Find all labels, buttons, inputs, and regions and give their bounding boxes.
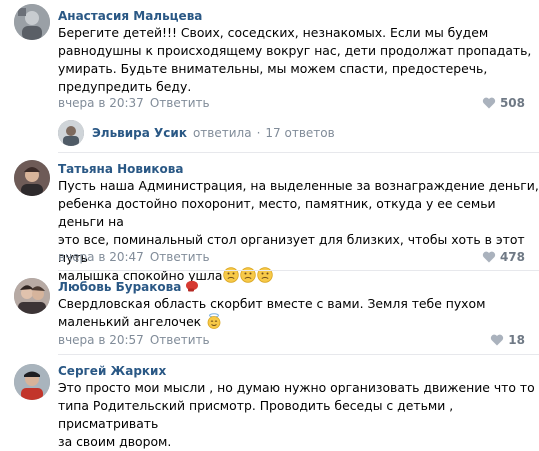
comment: Сергей Жарких Это просто мои мысли , но …: [0, 354, 539, 449]
reply-link[interactable]: Ответить: [150, 333, 210, 347]
comment-text: Пусть наша Администрация, на выделенные …: [58, 178, 539, 283]
replies-thread[interactable]: Эльвира Усик ответила · 17 ответов: [58, 118, 335, 148]
reply-link[interactable]: Ответить: [150, 96, 210, 110]
like-count: 18: [508, 333, 525, 347]
comment-author[interactable]: Татьяна Новикова: [58, 161, 183, 177]
comment-meta: вчера в 20:37 Ответить: [58, 95, 210, 111]
avatar[interactable]: [14, 364, 50, 400]
comment-author-name[interactable]: Любовь Буракова: [58, 280, 181, 294]
comment: Любовь Буракова Свердловская область ско…: [0, 270, 539, 352]
avatar[interactable]: [14, 160, 50, 196]
thread-author[interactable]: Эльвира Усик: [92, 126, 187, 140]
like-button[interactable]: 478: [482, 249, 525, 265]
like-button[interactable]: 18: [490, 332, 525, 348]
angel-emoji: [207, 313, 221, 329]
heart-icon: [491, 334, 504, 346]
reply-link[interactable]: Ответить: [150, 250, 210, 264]
comment-text: Свердловская область скорбит вместе с ва…: [58, 296, 486, 329]
comment-meta: вчера в 20:47 Ответить: [58, 249, 210, 265]
comment: Татьяна Новикова Пусть наша Администраци…: [0, 152, 539, 283]
avatar[interactable]: [14, 4, 50, 40]
avatar[interactable]: [14, 278, 50, 314]
comment-time[interactable]: вчера в 20:57: [58, 333, 144, 347]
comment-time[interactable]: вчера в 20:47: [58, 250, 144, 264]
comment-text: Это просто мои мысли , но думаю нужно ор…: [58, 380, 535, 449]
heart-icon: [482, 251, 496, 263]
thread-dot: ·: [256, 126, 261, 140]
comment-author: Любовь Буракова: [58, 279, 199, 295]
thread-count[interactable]: 17 ответов: [265, 126, 334, 140]
comment-text: Берегите детей!!! Своих, соседских, незн…: [58, 25, 532, 94]
comment-meta: вчера в 20:57 Ответить: [58, 332, 210, 348]
heart-icon: [482, 97, 496, 109]
boxing-glove-icon: [186, 280, 199, 292]
comment-time[interactable]: вчера в 20:37: [58, 96, 144, 110]
comment-author[interactable]: Анастасия Мальцева: [58, 8, 202, 24]
thread-action: ответила: [192, 126, 252, 140]
avatar: [58, 120, 84, 146]
like-count: 508: [499, 96, 525, 110]
like-count: 478: [499, 250, 525, 264]
like-button[interactable]: 508: [482, 95, 525, 111]
comment-author[interactable]: Сергей Жарких: [58, 363, 166, 379]
comment: Анастасия Мальцева Берегите детей!!! Сво…: [0, 0, 539, 112]
